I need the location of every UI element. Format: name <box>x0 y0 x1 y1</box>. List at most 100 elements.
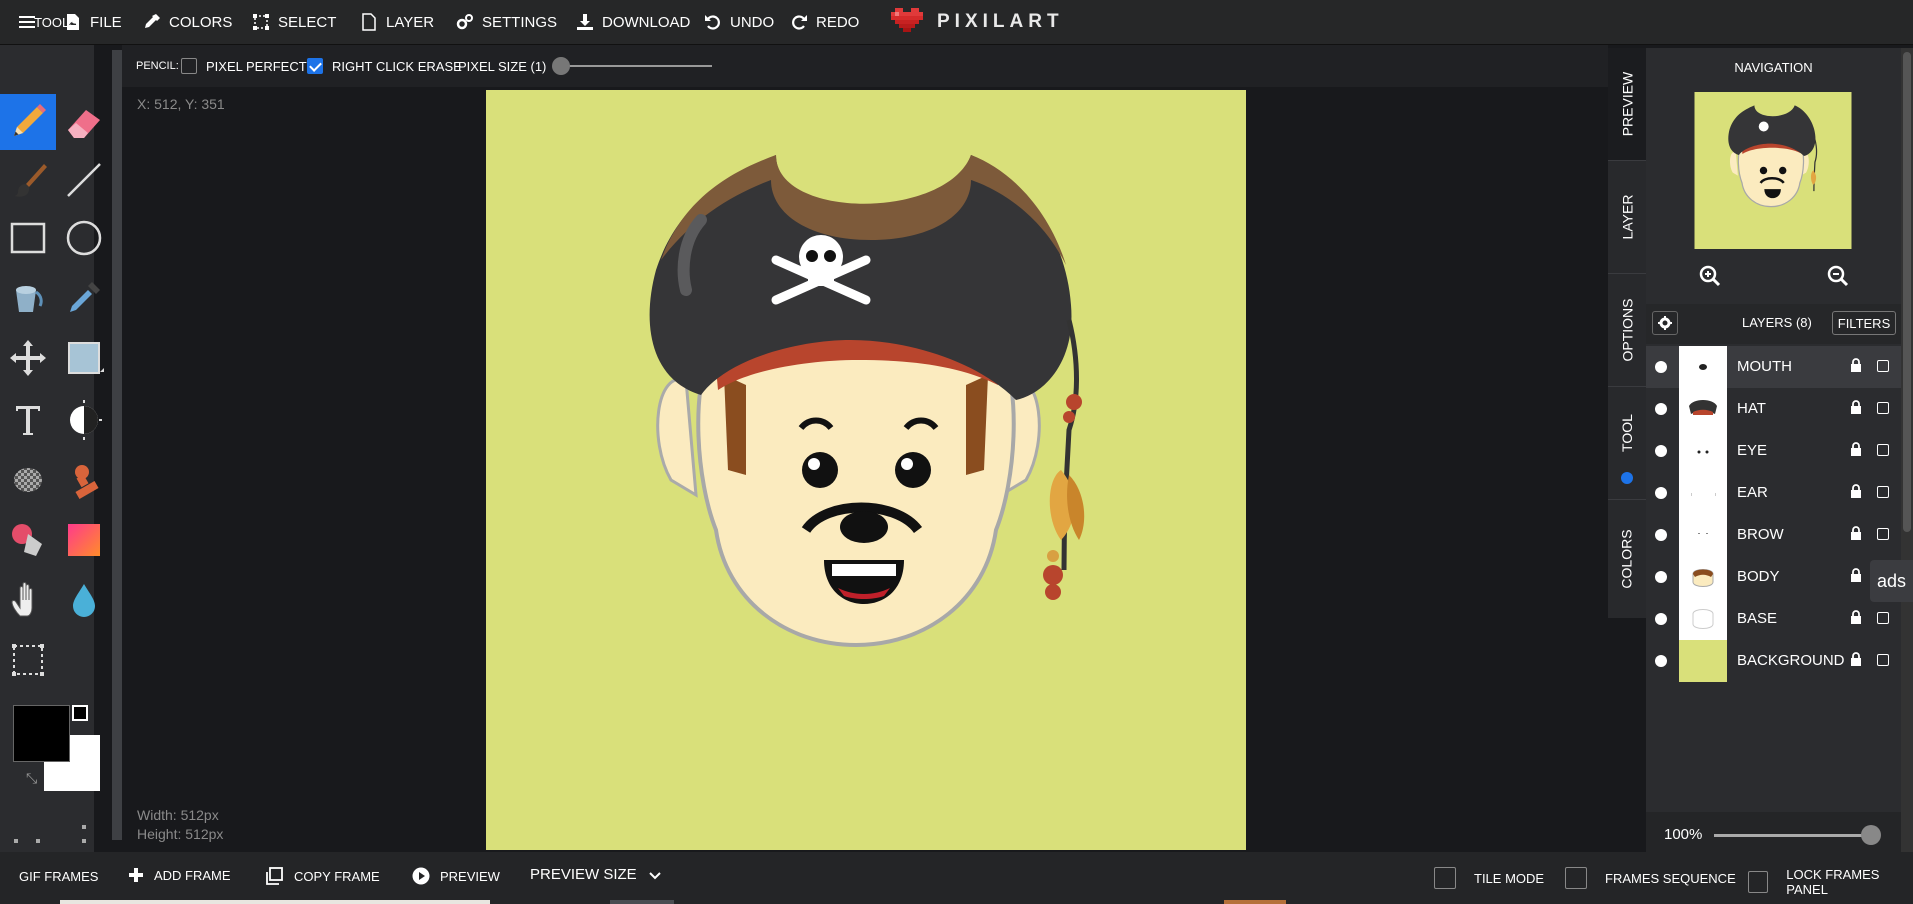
select-tool-button[interactable] <box>0 632 56 688</box>
pixel-size-slider-track[interactable] <box>562 65 712 67</box>
layer-select-checkbox[interactable] <box>1877 402 1889 414</box>
layer-visibility-toggle[interactable] <box>1655 361 1667 373</box>
layer-visibility-toggle[interactable] <box>1655 445 1667 457</box>
zoom-slider-knob[interactable] <box>1861 825 1881 845</box>
layer-row-base[interactable]: BASE <box>1646 598 1901 640</box>
preview-size-dropdown[interactable]: PREVIEW SIZE <box>530 866 663 883</box>
eraser-tool-button[interactable] <box>56 94 112 150</box>
tile-mode-checkbox[interactable] <box>1434 867 1456 889</box>
right-click-erase-checkbox[interactable] <box>307 58 323 74</box>
filters-button[interactable]: FILTERS <box>1832 311 1896 335</box>
layer-row-body[interactable]: BODY <box>1646 556 1901 598</box>
settings-menu-button[interactable]: SETTINGS <box>456 0 557 44</box>
layer-row-hat[interactable]: HAT <box>1646 388 1901 430</box>
lock-icon[interactable] <box>1850 610 1862 624</box>
layer-select-checkbox[interactable] <box>1877 654 1889 666</box>
colors-menu-button[interactable]: COLORS <box>143 0 232 44</box>
play-circle-icon <box>412 867 430 885</box>
shape-fill-tool-button[interactable] <box>56 330 112 386</box>
lock-icon[interactable] <box>1850 442 1862 456</box>
layer-select-checkbox[interactable] <box>1877 528 1889 540</box>
lock-frames-panel-checkbox[interactable] <box>1748 871 1769 893</box>
right-panel-scroll-thumb[interactable] <box>1903 52 1911 532</box>
ads-tab[interactable]: ads <box>1870 560 1913 602</box>
layer-visibility-toggle[interactable] <box>1655 571 1667 583</box>
lock-frames-panel-toggle[interactable]: LOCK FRAMES PANEL <box>1748 867 1913 897</box>
swap-colors-icon[interactable]: ⤡ <box>26 770 42 786</box>
zoom-out-icon[interactable] <box>1826 264 1850 288</box>
redo-menu-button[interactable]: REDO <box>790 0 859 44</box>
zoom-slider-track[interactable] <box>1714 834 1870 837</box>
layer-visibility-toggle[interactable] <box>1655 487 1667 499</box>
tab-options[interactable]: OPTIONS <box>1608 274 1646 386</box>
tile-mode-toggle[interactable]: TILE MODE <box>1434 867 1544 889</box>
layer-select-checkbox[interactable] <box>1877 444 1889 456</box>
tools-scrollbar[interactable] <box>112 50 122 840</box>
text-tool-button[interactable] <box>0 392 56 448</box>
pixel-size-slider-knob[interactable] <box>552 57 570 75</box>
lock-icon[interactable] <box>1850 526 1862 540</box>
layer-visibility-toggle[interactable] <box>1655 529 1667 541</box>
layer-name: BACKGROUND <box>1737 652 1845 669</box>
frames-sequence-toggle[interactable]: FRAMES SEQUENCE <box>1565 867 1736 889</box>
line-tool-button[interactable] <box>56 152 112 208</box>
pixilart-logo[interactable]: PIXILART <box>891 8 1064 36</box>
gif-frames-label: GIF FRAMES <box>19 869 98 884</box>
lock-icon[interactable] <box>1850 400 1862 414</box>
zoom-in-icon[interactable] <box>1698 264 1722 288</box>
eyedropper-tool-button[interactable] <box>56 270 112 326</box>
layer-select-checkbox[interactable] <box>1877 486 1889 498</box>
layer-visibility-toggle[interactable] <box>1655 655 1667 667</box>
color-replace-tool-button[interactable] <box>0 512 56 568</box>
layer-row-brow[interactable]: BROW <box>1646 514 1901 556</box>
tab-tool[interactable]: TOOL <box>1608 387 1646 499</box>
move-tool-button[interactable] <box>0 330 56 386</box>
layer-menu-button[interactable]: LAYER <box>360 0 434 44</box>
undo-menu-button[interactable]: UNDO <box>704 0 774 44</box>
preview-button[interactable]: PREVIEW <box>412 867 500 885</box>
layer-visibility-toggle[interactable] <box>1655 403 1667 415</box>
canvas-width-label: Width: 512px <box>137 807 219 823</box>
tab-tool-indicator-dot <box>1621 472 1633 484</box>
brush-tool-button[interactable] <box>0 152 56 208</box>
frames-sequence-checkbox[interactable] <box>1565 867 1587 889</box>
layer-row-ear[interactable]: EAR <box>1646 472 1901 514</box>
download-menu-button[interactable]: DOWNLOAD <box>576 0 690 44</box>
drawing-canvas[interactable] <box>486 90 1246 850</box>
lock-icon[interactable] <box>1850 358 1862 372</box>
circle-tool-button[interactable] <box>56 210 112 266</box>
logo-text: PIXILART <box>937 11 1064 32</box>
rectangle-tool-button[interactable] <box>0 210 56 266</box>
hand-tool-button[interactable] <box>0 572 56 628</box>
tab-preview[interactable]: PREVIEW <box>1608 48 1646 160</box>
gradient-tool-button[interactable] <box>56 512 112 568</box>
primary-color-swatch[interactable] <box>13 705 70 762</box>
dither-tool-button[interactable] <box>0 452 56 508</box>
layer-select-checkbox[interactable] <box>1877 612 1889 624</box>
layer-select-checkbox[interactable] <box>1877 360 1889 372</box>
lighten-tool-button[interactable] <box>56 392 112 448</box>
layer-settings-button[interactable] <box>1652 311 1678 335</box>
select-menu-button[interactable]: SELECT <box>252 0 336 44</box>
layer-row-background[interactable]: BACKGROUND <box>1646 640 1901 682</box>
lock-icon[interactable] <box>1850 652 1862 666</box>
frame-thumbnail-strip <box>610 900 674 904</box>
stamp-tool-button[interactable] <box>56 452 112 508</box>
lock-icon[interactable] <box>1850 568 1862 582</box>
tab-layer[interactable]: LAYER <box>1608 161 1646 273</box>
gears-icon <box>456 14 473 30</box>
more-tools-dots[interactable] <box>14 825 94 851</box>
bucket-tool-button[interactable] <box>0 270 56 326</box>
layer-visibility-toggle[interactable] <box>1655 613 1667 625</box>
layer-row-mouth[interactable]: MOUTH <box>1646 346 1901 388</box>
pencil-tool-button[interactable] <box>0 94 56 150</box>
add-frame-button[interactable]: ADD FRAME <box>128 867 231 883</box>
pixel-perfect-checkbox[interactable] <box>181 58 197 74</box>
layer-row-eye[interactable]: EYE <box>1646 430 1901 472</box>
tab-colors[interactable]: COLORS <box>1608 500 1646 618</box>
navigation-preview[interactable] <box>1694 92 1852 249</box>
blur-tool-button[interactable] <box>56 572 112 628</box>
reset-colors-icon[interactable] <box>72 705 88 721</box>
lock-icon[interactable] <box>1850 484 1862 498</box>
copy-frame-button[interactable]: COPY FRAME <box>264 866 380 886</box>
